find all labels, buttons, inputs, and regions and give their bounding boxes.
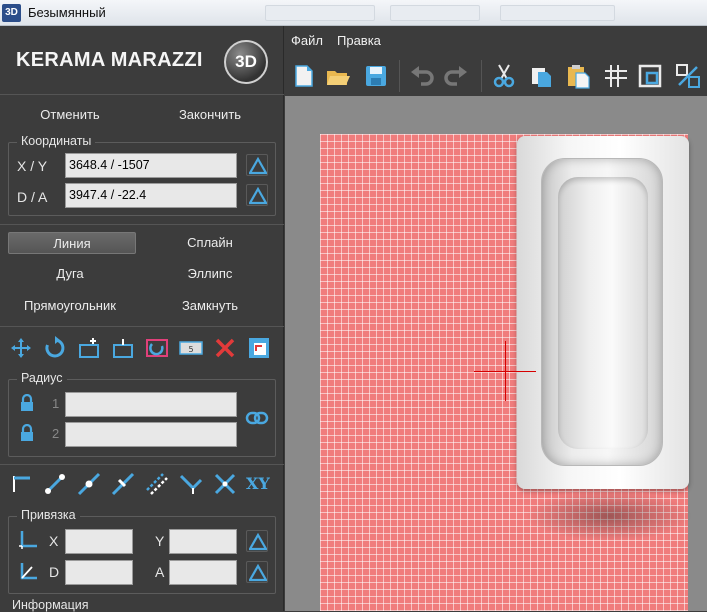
binding-title: Привязка xyxy=(17,508,80,522)
d-field[interactable] xyxy=(65,560,133,585)
divider xyxy=(0,326,284,327)
finish-button[interactable]: Закончить xyxy=(160,104,260,126)
bathtub-inner xyxy=(541,158,663,466)
bathtub[interactable] xyxy=(517,136,689,489)
frame-icon[interactable] xyxy=(637,63,663,89)
title-bar: 3D Безымянный xyxy=(0,0,707,26)
line-nodes-icon[interactable] xyxy=(43,472,67,496)
coordinates-title: Координаты xyxy=(17,134,96,148)
coordinates-group: Координаты X / Y 3648.4 / -1507 D / A 39… xyxy=(8,134,276,216)
cut-icon[interactable] xyxy=(491,63,517,89)
lock-icon[interactable] xyxy=(19,394,35,412)
y-label: Y xyxy=(155,533,165,549)
mode-line-button[interactable]: Линия xyxy=(8,232,136,254)
bathtub-basin xyxy=(558,177,648,449)
move-icon[interactable] xyxy=(9,336,33,360)
radius-1-field[interactable] xyxy=(65,392,237,417)
line-midpoint-icon[interactable] xyxy=(77,472,101,496)
radius-1-number: 1 xyxy=(52,396,60,411)
divider xyxy=(0,94,284,95)
mode-spline-button[interactable]: Сплайн xyxy=(160,232,260,254)
triangle-icon xyxy=(249,187,267,205)
a-field[interactable] xyxy=(169,560,237,585)
info-title: Информация xyxy=(12,598,89,612)
divider xyxy=(0,224,284,225)
line-end-icon[interactable] xyxy=(9,472,33,496)
background-tab xyxy=(500,5,615,21)
logo-area: KERAMA MARAZZI 3D xyxy=(0,26,284,92)
undo-icon[interactable] xyxy=(409,63,435,89)
dimension-icon[interactable]: 5 xyxy=(179,336,203,360)
da-lock-button[interactable] xyxy=(246,184,268,206)
bisector-icon[interactable] xyxy=(179,472,203,496)
toolbar-separator xyxy=(399,60,400,92)
paste-icon[interactable] xyxy=(565,63,591,89)
x-field[interactable] xyxy=(65,529,133,554)
svg-text:5: 5 xyxy=(188,345,193,354)
new-file-icon[interactable] xyxy=(291,63,317,89)
binding-xy-lock-button[interactable] xyxy=(246,530,268,552)
line-angle-icon[interactable] xyxy=(111,472,135,496)
xy-snap-button[interactable]: XY xyxy=(246,474,270,493)
xy-label: X / Y xyxy=(17,158,48,174)
mode-arc-button[interactable]: Дуга xyxy=(20,263,120,285)
cancel-button[interactable]: Отменить xyxy=(20,104,120,126)
x-label: X xyxy=(49,533,59,549)
radius-title: Радиус xyxy=(17,371,67,385)
background-tab xyxy=(390,5,480,21)
mirror-icon[interactable] xyxy=(145,336,169,360)
insert-point-icon[interactable] xyxy=(111,336,135,360)
mode-rectangle-button[interactable]: Прямоугольник xyxy=(10,295,130,317)
menu-file[interactable]: Файл xyxy=(291,33,323,48)
open-folder-icon[interactable] xyxy=(325,63,351,89)
triangle-icon xyxy=(249,533,267,551)
rotate-icon[interactable] xyxy=(43,336,67,360)
window-title: Безымянный xyxy=(28,5,106,20)
mode-close-button[interactable]: Замкнуть xyxy=(160,295,260,317)
divider xyxy=(0,464,284,465)
radius-group: Радиус 1 2 xyxy=(8,371,276,457)
bathtub-shadow xyxy=(525,491,693,541)
background-tab xyxy=(265,5,375,21)
add-point-icon[interactable] xyxy=(77,336,101,360)
app-icon: 3D xyxy=(2,4,21,22)
grid-icon[interactable] xyxy=(603,63,629,89)
drawing-canvas[interactable] xyxy=(285,96,707,611)
axis-xy-icon xyxy=(19,531,37,549)
menu-toolbar-area: Файл Правка xyxy=(285,26,707,96)
mode-ellipse-button[interactable]: Эллипс xyxy=(160,263,260,285)
scale-icon[interactable] xyxy=(675,63,701,89)
lock-icon[interactable] xyxy=(19,424,35,442)
binding-da-lock-button[interactable] xyxy=(246,561,268,583)
triangle-icon xyxy=(249,157,267,175)
parallel-icon[interactable] xyxy=(145,472,169,496)
da-field[interactable]: 3947.4 / -22.4 xyxy=(65,183,237,208)
logo: KERAMA MARAZZI xyxy=(16,49,203,71)
menu-edit[interactable]: Правка xyxy=(337,33,381,48)
xy-lock-button[interactable] xyxy=(246,154,268,176)
toolbar-separator xyxy=(481,60,482,92)
axis-da-icon xyxy=(20,563,37,580)
d-label: D xyxy=(49,564,60,580)
tool-panel: KERAMA MARAZZI 3D Отменить Закончить Коо… xyxy=(0,26,284,612)
copy-icon[interactable] xyxy=(529,63,555,89)
y-field[interactable] xyxy=(169,529,237,554)
crosshair-cursor-vertical xyxy=(505,341,506,401)
xy-field[interactable]: 3648.4 / -1507 xyxy=(65,153,237,178)
da-label: D / A xyxy=(17,189,48,205)
link-icon[interactable] xyxy=(245,410,269,426)
logo-3d-badge: 3D xyxy=(224,40,268,84)
radius-2-number: 2 xyxy=(52,426,60,441)
redo-icon[interactable] xyxy=(443,63,469,89)
radius-2-field[interactable] xyxy=(65,422,237,447)
intersection-icon[interactable] xyxy=(213,472,237,496)
binding-group: Привязка X Y D A xyxy=(8,508,276,594)
a-label: A xyxy=(155,564,165,580)
frame-icon[interactable] xyxy=(247,336,271,360)
triangle-icon xyxy=(249,564,267,582)
save-icon[interactable] xyxy=(363,63,389,89)
delete-icon[interactable] xyxy=(213,336,237,360)
